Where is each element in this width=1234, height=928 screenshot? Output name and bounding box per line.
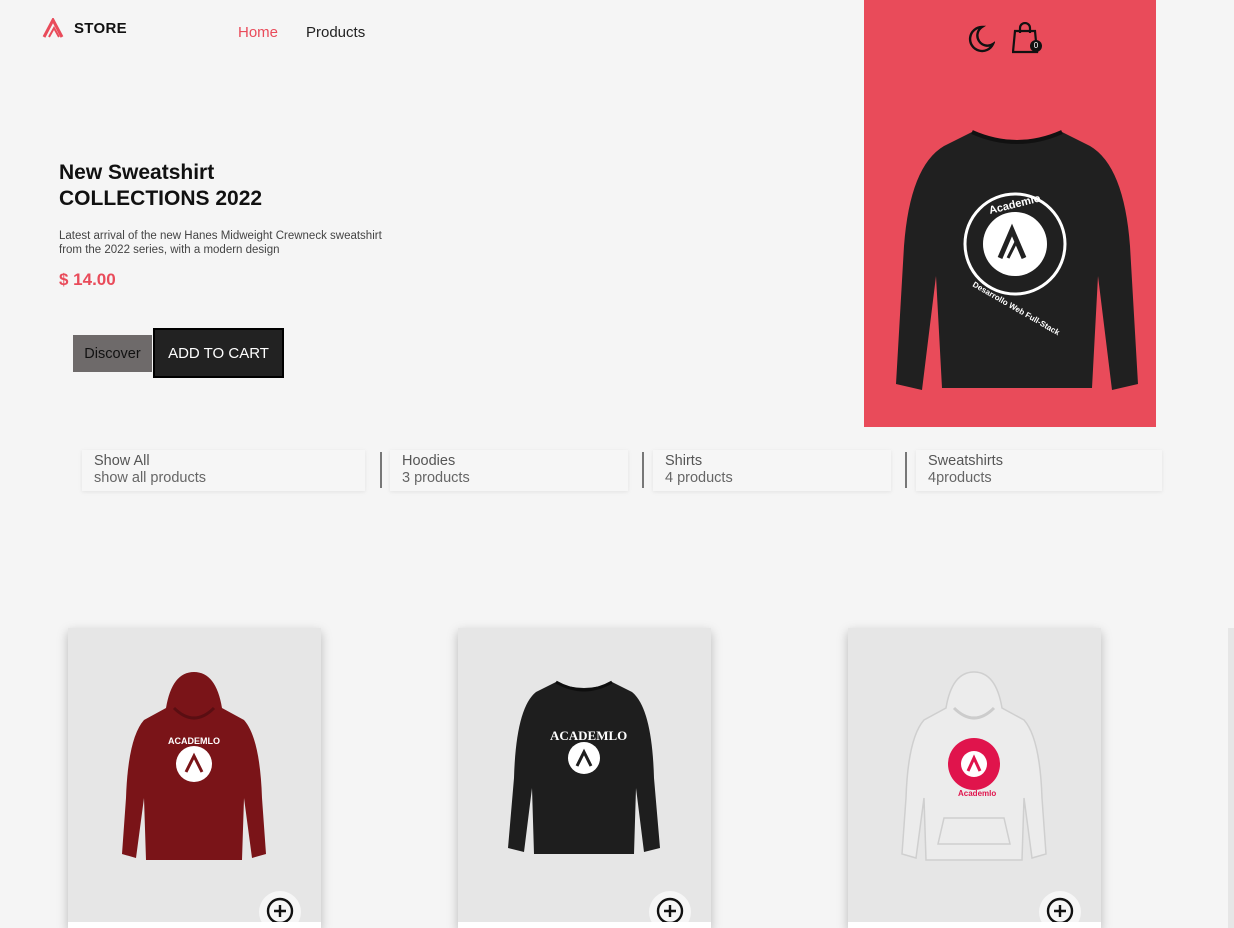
plus-circle-icon: [1046, 897, 1074, 925]
filter-subtitle: 4 products: [665, 470, 733, 486]
hero-price: $ 14.00: [59, 270, 116, 289]
card-footer: [458, 922, 711, 928]
plus-circle-icon: [656, 897, 684, 925]
product-print-text: ACADEMLO: [168, 736, 220, 746]
filter-title: Hoodies: [402, 453, 456, 469]
filter-subtitle: 4products: [928, 470, 992, 486]
moon-icon: [968, 25, 996, 53]
filter-sweatshirts[interactable]: Sweatshirts 4products: [916, 450, 1162, 491]
store-logo[interactable]: STORE: [42, 18, 127, 38]
add-to-cart-button[interactable]: ADD TO CART: [153, 328, 284, 378]
product-card[interactable]: Academlo: [848, 628, 1101, 928]
filter-divider: [905, 452, 907, 488]
maroon-hoodie-image: ACADEMLO: [122, 672, 266, 860]
filter-shirts[interactable]: Shirts 4 products: [653, 450, 891, 491]
product-card[interactable]: ACADEMLO: [458, 628, 711, 928]
filter-divider: [380, 452, 382, 488]
filter-title: Show All: [94, 453, 150, 469]
cart-count-badge: 0: [1030, 40, 1042, 52]
black-sweatshirt-image: ACADEMLO: [508, 680, 660, 854]
product-print-text: Academlo: [958, 789, 996, 798]
filter-show-all[interactable]: Show All show all products: [82, 450, 365, 491]
plus-circle-icon: [266, 897, 294, 925]
product-card[interactable]: ACADEMLO: [68, 628, 321, 928]
hero-description: Latest arrival of the new Hanes Midweigh…: [59, 230, 382, 256]
product-card-partial[interactable]: [1228, 628, 1234, 928]
cart-button[interactable]: 0: [1011, 21, 1042, 54]
filter-subtitle: 3 products: [402, 470, 470, 486]
discover-button[interactable]: Discover: [73, 335, 152, 372]
nav-home[interactable]: Home: [238, 24, 278, 41]
card-footer: [68, 922, 321, 928]
filter-title: Shirts: [665, 453, 703, 469]
filter-hoodies[interactable]: Hoodies 3 products: [390, 450, 628, 491]
filter-subtitle: show all products: [94, 470, 207, 486]
academlo-logo-icon: [42, 18, 64, 38]
white-hoodie-image: Academlo: [901, 671, 1047, 861]
filter-divider: [642, 452, 644, 488]
hero-sweatshirt-image: Academlo Desarrollo Web Full-Stack: [896, 130, 1138, 390]
logo-text: STORE: [74, 19, 127, 37]
dark-mode-toggle[interactable]: [965, 24, 996, 54]
filter-title: Sweatshirts: [928, 453, 1003, 469]
product-print-text: ACADEMLO: [550, 728, 627, 743]
nav-products[interactable]: Products: [306, 24, 365, 41]
card-footer: [848, 922, 1101, 928]
hero-title: New Sweatshirt COLLECTIONS 2022: [59, 161, 263, 210]
